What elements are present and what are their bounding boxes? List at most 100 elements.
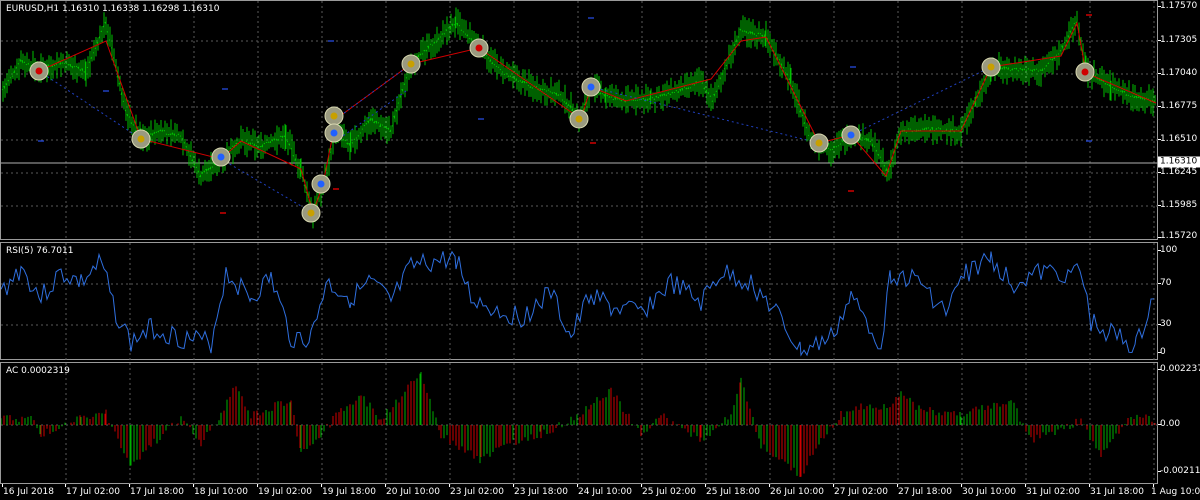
price-bar-tick	[549, 91, 552, 93]
ac-pane[interactable]: AC 0.0002319	[0, 362, 1159, 485]
price-bar-tick	[604, 94, 607, 97]
price-bar-tick	[563, 101, 566, 103]
ac-scale-label: 0.00	[1160, 419, 1181, 429]
price-bar-tick	[553, 92, 556, 94]
rsi-scale-label: 30	[1160, 319, 1172, 329]
price-bar-tick	[727, 58, 730, 60]
rsi-title: RSI(5) 76.7011	[6, 246, 74, 256]
time-label: 24 Jul 10:00	[578, 487, 632, 497]
time-label: 23 Jul 02:00	[450, 487, 504, 497]
price-scale-label: 1.16245	[1160, 167, 1198, 177]
time-label: 19 Jul 02:00	[258, 487, 312, 497]
time-label: 19 Jul 18:00	[322, 487, 376, 497]
price-chart-pane[interactable]: EURUSD,H1 1.16310 1.16338 1.16298 1.1631…	[0, 0, 1159, 241]
signal-marker-core	[815, 139, 823, 147]
price-bar-tick	[527, 85, 530, 87]
current-price-box: 1.16310	[1158, 156, 1200, 168]
time-label: 31 Jul 18:00	[1090, 487, 1144, 497]
time-label: 17 Jul 02:00	[66, 487, 120, 497]
price-bar-tick	[927, 127, 930, 129]
price-scale-label: 1.15720	[1160, 231, 1198, 241]
signal-marker-core	[330, 112, 338, 120]
price-bar-tick	[468, 37, 471, 40]
price-bar-tick	[737, 36, 740, 38]
signal-marker-core	[847, 131, 855, 139]
price-bar-tick	[1106, 83, 1109, 86]
ac-scale[interactable]: 0.002237 0.00 -0.002114	[1158, 362, 1200, 484]
price-scale[interactable]: 1.17570 1.17305 1.17040 1.16775 1.16510 …	[1158, 0, 1200, 241]
price-scale-label: 1.16775	[1160, 101, 1198, 111]
price-bar-tick	[835, 146, 838, 148]
price-scale-label: 1.15985	[1160, 200, 1198, 210]
price-scale-label: 1.17570	[1160, 1, 1198, 11]
price-bar-tick	[443, 33, 446, 35]
price-bar-tick	[453, 23, 456, 26]
price-bar-tick	[1073, 22, 1076, 25]
price-bar-tick	[263, 142, 266, 145]
price-bar-tick	[503, 73, 506, 76]
price-bar-tick	[167, 133, 170, 136]
price-bar-tick	[1109, 85, 1112, 87]
signal-marker-core	[407, 60, 415, 68]
price-scale-label: 1.17305	[1160, 35, 1198, 45]
price-bar-tick	[94, 47, 97, 49]
time-label: 31 Jul 02:00	[1026, 487, 1080, 497]
price-bar-tick	[1027, 68, 1030, 70]
price-bar-tick	[535, 86, 538, 88]
price-bar-tick	[1127, 94, 1130, 96]
time-label: 17 Jul 18:00	[130, 487, 184, 497]
zigzag-line	[38, 21, 1157, 215]
price-bar-tick	[177, 133, 180, 136]
price-bar-tick	[743, 30, 746, 32]
time-axis[interactable]: 16 Jul 2018 17 Jul 02:00 17 Jul 18:00 18…	[0, 484, 1200, 500]
time-label: 25 Jul 02:00	[642, 487, 696, 497]
price-bar-tick	[861, 137, 864, 139]
rsi-scale[interactable]: 100 70 30 0	[1158, 242, 1200, 360]
time-label: 23 Jul 18:00	[514, 487, 568, 497]
price-bar-tick	[612, 98, 615, 101]
price-bar-tick	[88, 61, 91, 64]
price-scale-label: 1.17040	[1160, 68, 1198, 78]
price-bar-tick	[632, 99, 635, 102]
price-bar-tick	[879, 156, 882, 158]
price-bar-tick	[805, 126, 808, 129]
price-bar-tick	[1025, 69, 1028, 72]
price-bar-tick	[351, 142, 354, 144]
price-bar-tick	[284, 136, 287, 139]
price-bar-tick	[241, 139, 244, 142]
price-bar-tick	[267, 141, 270, 144]
price-bar-tick	[487, 57, 490, 59]
price-bar-tick	[507, 75, 510, 78]
price-bar-tick	[229, 147, 232, 150]
price-bar-tick	[1131, 95, 1134, 97]
signal-marker-core	[137, 135, 145, 143]
price-bar-tick	[460, 29, 463, 31]
chart-symbol-title: EURUSD,H1 1.16310 1.16338 1.16298 1.1631…	[6, 4, 220, 14]
price-bar-tick	[397, 102, 400, 104]
signal-marker-core	[330, 129, 338, 137]
rsi-pane[interactable]: RSI(5) 76.7011	[0, 242, 1159, 361]
price-bar-tick	[1059, 50, 1062, 52]
rsi-chart	[1, 243, 1159, 361]
price-bar-tick	[132, 124, 135, 126]
price-bar-tick	[183, 142, 186, 144]
time-label: 1 Aug 10:00	[1151, 487, 1200, 497]
price-bar-tick	[493, 63, 496, 66]
price-bar-tick	[620, 99, 623, 102]
price-bar-tick	[377, 122, 380, 124]
price-bar-tick	[1115, 89, 1118, 91]
time-label: 27 Jul 02:00	[834, 487, 888, 497]
price-bar-tick	[616, 98, 619, 100]
ac-chart	[1, 363, 1159, 485]
time-label: 30 Jul 10:00	[962, 487, 1016, 497]
price-bar-tick	[755, 34, 758, 37]
price-bar-tick	[525, 82, 528, 84]
price-bar-tick	[517, 80, 520, 83]
ac-title: AC 0.0002319	[6, 366, 70, 376]
rsi-scale-label: 100	[1160, 245, 1178, 255]
price-bar-tick	[715, 90, 718, 93]
price-bar-tick	[791, 85, 794, 88]
price-bar-tick	[675, 89, 678, 92]
ac-scale-label: -0.002114	[1160, 466, 1200, 476]
price-scale-label: 1.16510	[1160, 134, 1198, 144]
